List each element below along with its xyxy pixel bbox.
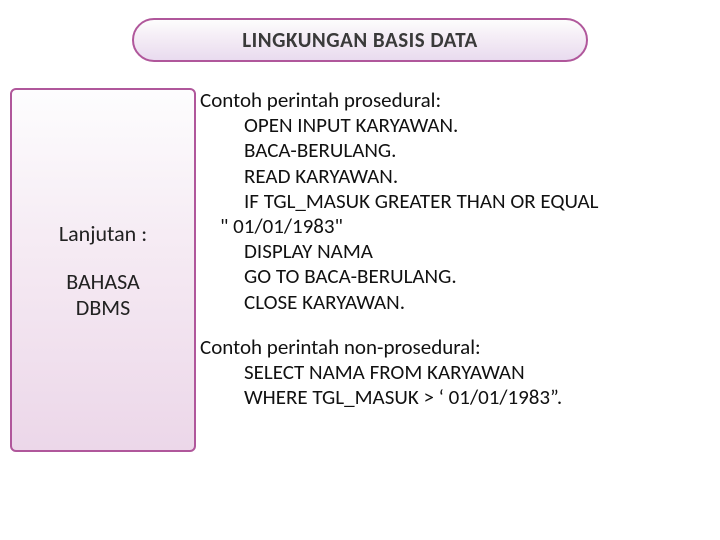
code-line: IF TGL_MASUK GREATER THAN OR EQUAL	[200, 189, 710, 214]
code-line: SELECT NAMA FROM KARYAWAN	[200, 360, 710, 385]
sidebar-label-lanjutan: Lanjutan :	[59, 220, 147, 247]
section-procedural: Contoh perintah prosedural: OPEN INPUT K…	[200, 88, 710, 315]
code-line: CLOSE KARYAWAN.	[200, 290, 710, 315]
code-line: WHERE TGL_MASUK > ‘ 01/01/1983”.	[200, 385, 710, 410]
nonprocedural-heading: Contoh perintah non-prosedural:	[200, 335, 710, 360]
procedural-heading: Contoh perintah prosedural:	[200, 88, 710, 113]
sidebar-label-bahasa-dbms: BAHASA DBMS	[66, 269, 140, 321]
body-content: Contoh perintah prosedural: OPEN INPUT K…	[200, 88, 710, 410]
sidebar-card: Lanjutan : BAHASA DBMS	[10, 88, 196, 452]
code-line: BACA-BERULANG.	[200, 138, 710, 163]
sidebar-label-bahasa: BAHASA	[66, 268, 140, 295]
code-line: GO TO BACA-BERULANG.	[200, 264, 710, 289]
section-nonprocedural: Contoh perintah non-prosedural: SELECT N…	[200, 335, 710, 411]
page-title: LINGKUNGAN BASIS DATA	[242, 27, 477, 53]
code-line: OPEN INPUT KARYAWAN.	[200, 113, 710, 138]
code-line: " 01/01/1983"	[200, 214, 710, 239]
code-line: DISPLAY NAMA	[200, 239, 710, 264]
sidebar-label-dbms: DBMS	[76, 294, 130, 321]
title-banner: LINGKUNGAN BASIS DATA	[132, 18, 588, 62]
code-line: READ KARYAWAN.	[200, 164, 710, 189]
